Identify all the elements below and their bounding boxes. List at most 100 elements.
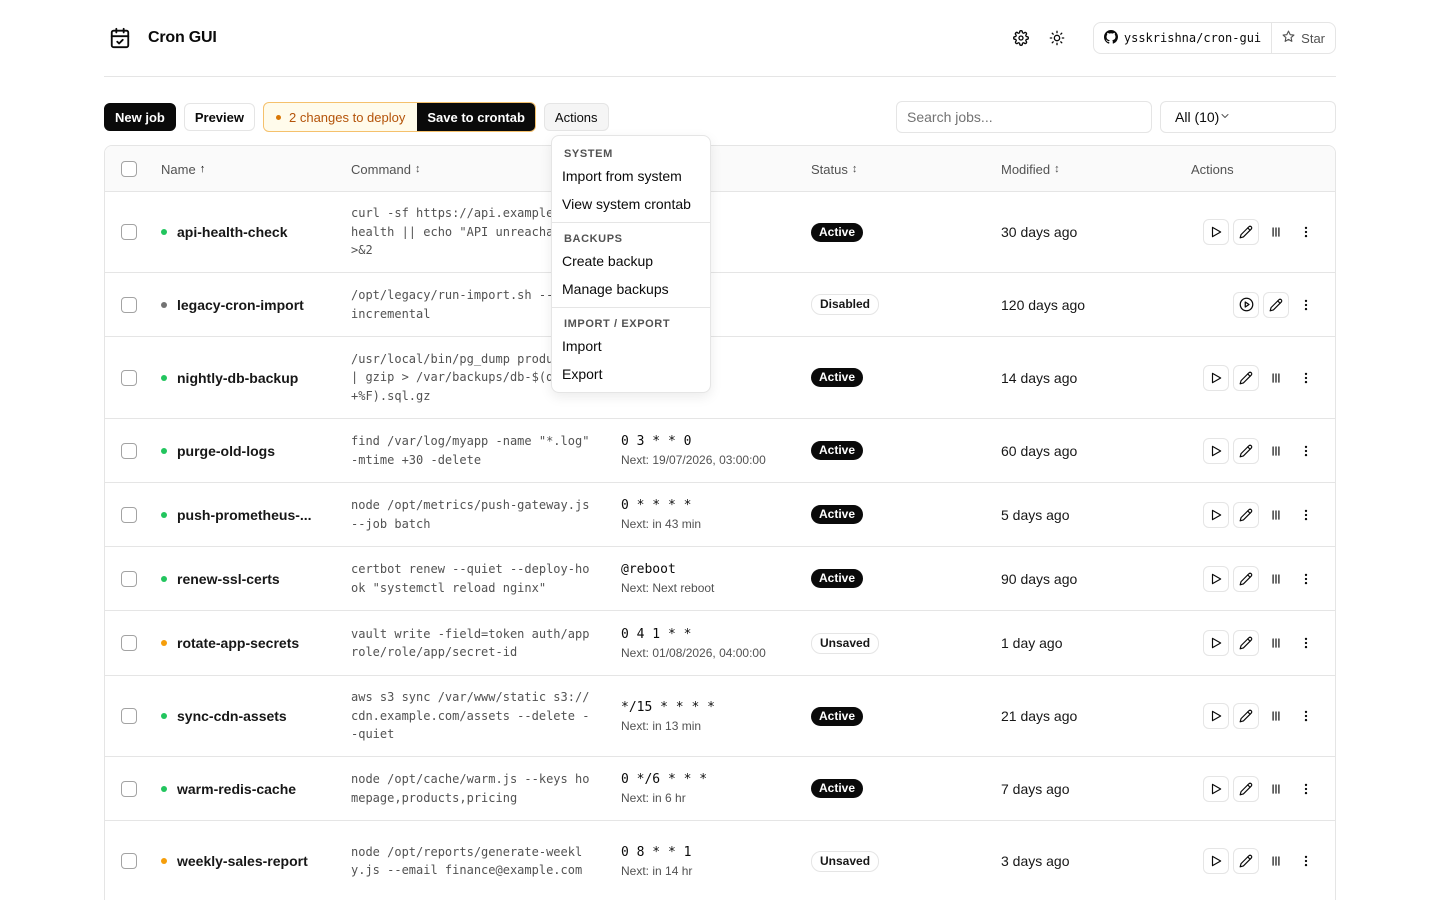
run-job-button[interactable] [1203, 703, 1229, 729]
column-header-status[interactable]: Status ↕ [811, 146, 857, 192]
edit-job-button[interactable] [1233, 848, 1259, 874]
table-row[interactable]: nightly-db-backup /usr/local/bin/pg_dump… [105, 337, 1335, 419]
row-checkbox[interactable] [121, 296, 137, 313]
pause-job-button[interactable] [1263, 630, 1289, 656]
pause-job-button[interactable] [1263, 776, 1289, 802]
row-checkbox[interactable] [121, 780, 137, 797]
pause-job-button[interactable] [1263, 365, 1289, 391]
job-name[interactable]: sync-cdn-assets [177, 708, 287, 724]
job-name[interactable]: purge-old-logs [177, 443, 275, 459]
run-job-button[interactable] [1203, 437, 1229, 464]
more-actions-button[interactable] [1293, 776, 1319, 802]
github-repo-link[interactable]: ysskrishna/cron-gui [1094, 23, 1273, 53]
star-icon [1282, 30, 1301, 46]
job-name[interactable]: legacy-cron-import [177, 297, 304, 313]
pause-job-button[interactable] [1263, 703, 1289, 729]
job-name[interactable]: rotate-app-secrets [177, 635, 299, 651]
run-job-button[interactable] [1203, 630, 1229, 656]
menu-item-manage-backups[interactable]: Manage backups [552, 275, 710, 303]
row-checkbox[interactable] [121, 224, 137, 240]
job-name[interactable]: api-health-check [177, 224, 287, 240]
edit-job-button[interactable] [1233, 775, 1259, 802]
table-row[interactable]: push-prometheus-... node /opt/metrics/pu… [105, 483, 1335, 547]
table-row[interactable]: legacy-cron-import /opt/legacy/run-impor… [105, 273, 1335, 337]
gear-icon[interactable] [1007, 24, 1035, 52]
save-to-crontab-button[interactable]: Save to crontab [417, 103, 535, 131]
table-row[interactable]: warm-redis-cache node /opt/cache/warm.js… [105, 757, 1335, 821]
pending-dot-icon [276, 114, 281, 120]
row-actions [1199, 821, 1319, 900]
more-actions-button[interactable] [1293, 219, 1319, 245]
row-checkbox[interactable] [121, 570, 137, 587]
more-actions-button[interactable] [1293, 438, 1319, 464]
run-job-button[interactable] [1203, 775, 1229, 802]
run-job-button[interactable] [1203, 501, 1229, 528]
column-header-command[interactable]: Command ↕ [351, 146, 420, 192]
job-name[interactable]: renew-ssl-certs [177, 571, 280, 587]
deploy-group: 2 changes to deploy Save to crontab [263, 102, 536, 132]
table-row[interactable]: weekly-sales-report node /opt/reports/ge… [105, 821, 1335, 900]
more-actions-button[interactable] [1293, 630, 1319, 656]
pause-job-button[interactable] [1263, 566, 1289, 592]
pause-job-button[interactable] [1263, 502, 1289, 528]
menu-item-view-system-crontab[interactable]: View system crontab [552, 190, 710, 218]
menu-item-import[interactable]: Import [552, 332, 710, 360]
actions-menu-button[interactable]: Actions [543, 103, 609, 131]
row-checkbox[interactable] [121, 635, 137, 651]
preview-button[interactable]: Preview [183, 103, 255, 131]
edit-job-button[interactable] [1233, 501, 1259, 528]
column-header-command-label: Command [351, 161, 411, 177]
select-all-checkbox[interactable] [121, 161, 137, 177]
job-name[interactable]: nightly-db-backup [177, 370, 298, 386]
menu-item-import-from-system[interactable]: Import from system [552, 162, 710, 190]
menu-item-create-backup[interactable]: Create backup [552, 247, 710, 275]
edit-job-button[interactable] [1233, 364, 1259, 391]
table-row[interactable]: sync-cdn-assets aws s3 sync /var/www/sta… [105, 676, 1335, 757]
pause-job-button[interactable] [1263, 438, 1289, 464]
edit-job-button[interactable] [1233, 565, 1259, 592]
job-name[interactable]: push-prometheus-... [177, 507, 312, 523]
pause-job-button[interactable] [1263, 848, 1289, 874]
row-checkbox[interactable] [121, 853, 137, 869]
row-checkbox[interactable] [121, 369, 137, 386]
table-row[interactable]: purge-old-logs find /var/log/myapp -name… [105, 419, 1335, 483]
sun-icon[interactable] [1043, 24, 1071, 52]
edit-job-button[interactable] [1233, 437, 1259, 464]
edit-job-button[interactable] [1233, 703, 1259, 729]
edit-job-button[interactable] [1233, 219, 1259, 245]
job-name[interactable]: warm-redis-cache [177, 781, 296, 797]
status-filter-select[interactable]: All (10) [1160, 101, 1336, 133]
search-input[interactable] [896, 101, 1152, 133]
run-job-button[interactable] [1203, 565, 1229, 592]
run-job-button[interactable] [1203, 219, 1229, 245]
run-job-button[interactable] [1203, 364, 1229, 391]
star-button[interactable]: Star [1272, 23, 1335, 53]
table-row[interactable]: rotate-app-secrets vault write -field=to… [105, 611, 1335, 676]
more-actions-button[interactable] [1293, 502, 1319, 528]
more-actions-button[interactable] [1293, 566, 1319, 592]
enable-job-button[interactable] [1233, 291, 1259, 318]
more-actions-button[interactable] [1293, 365, 1319, 391]
row-checkbox[interactable] [121, 442, 137, 459]
more-actions-button[interactable] [1293, 703, 1319, 729]
more-actions-button[interactable] [1293, 292, 1319, 318]
column-header-modified[interactable]: Modified ↕ [1001, 146, 1060, 192]
row-checkbox[interactable] [121, 506, 137, 523]
status-dot-icon [161, 374, 167, 381]
column-header-name[interactable]: Name ↑ [161, 146, 205, 192]
job-command: node /opt/cache/warm.js --keys homepage,… [351, 772, 590, 805]
table-row[interactable]: api-health-check curl -sf https://api.ex… [105, 192, 1335, 273]
edit-job-button[interactable] [1233, 630, 1259, 656]
status-filter-value: All (10) [1175, 109, 1220, 125]
row-actions [1199, 547, 1319, 610]
menu-item-export[interactable]: Export [552, 360, 710, 388]
pause-job-button[interactable] [1263, 219, 1289, 245]
edit-job-button[interactable] [1263, 291, 1289, 318]
table-row[interactable]: renew-ssl-certs certbot renew --quiet --… [105, 547, 1335, 611]
row-checkbox[interactable] [121, 708, 137, 724]
more-vertical-icon [1299, 782, 1313, 796]
job-name[interactable]: weekly-sales-report [177, 853, 308, 869]
more-actions-button[interactable] [1293, 848, 1319, 874]
new-job-button[interactable]: New job [104, 103, 176, 131]
run-job-button[interactable] [1203, 848, 1229, 874]
